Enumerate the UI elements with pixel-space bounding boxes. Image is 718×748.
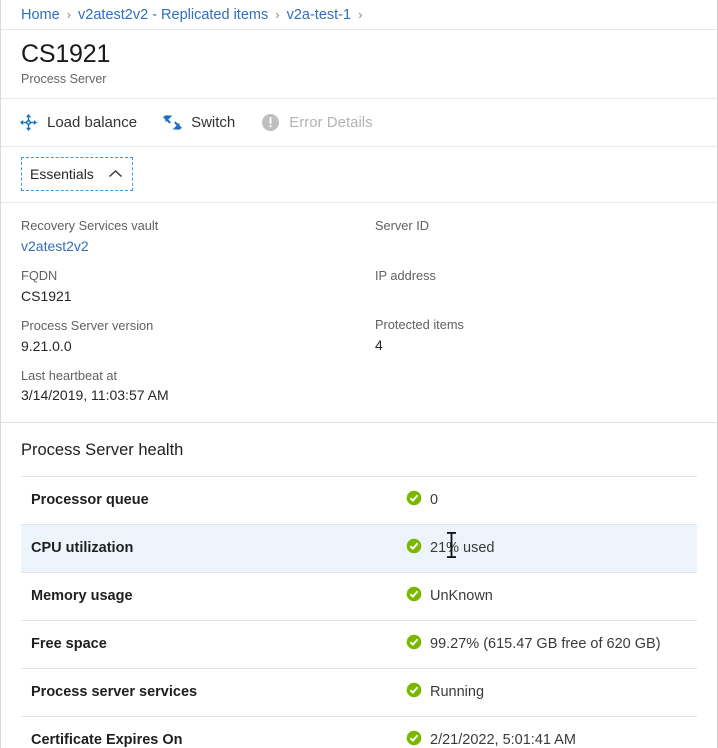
health-row-name: CPU utilization [31, 540, 134, 557]
essentials-label: Essentials [30, 166, 94, 182]
field-value: 4 [375, 336, 383, 353]
health-row-value-cell: 0 [406, 490, 438, 510]
page-title: CS1921 [21, 40, 111, 68]
health-row-value-cell: 2/21/2022, 5:01:41 AM [406, 730, 576, 748]
health-row-name: Certificate Expires On [31, 732, 183, 748]
field-value [375, 236, 697, 256]
health-row-value: 21% used [430, 540, 495, 557]
table-row[interactable]: CPU utilization 21% used [21, 523, 697, 572]
table-row[interactable]: Certificate Expires On 2/21/2022, 5:01:4… [21, 715, 697, 748]
field-process-server-version: Process Server version 9.21.0.0 [21, 317, 359, 356]
health-row-value-cell: 21% used [406, 532, 495, 559]
blade-title-block: CS1921 Process Server [1, 30, 717, 99]
health-row-value-cell: UnKnown [406, 586, 493, 606]
field-value [375, 285, 697, 305]
field-recovery-services-vault: Recovery Services vault v2atest2v2 [21, 217, 359, 256]
health-row-value: 2/21/2022, 5:01:41 AM [430, 732, 576, 748]
move-arrows-icon [19, 113, 38, 132]
field-fqdn: FQDN CS1921 [21, 267, 359, 306]
table-row[interactable]: Processor queue 0 [21, 475, 697, 524]
switch-label: Switch [191, 114, 236, 131]
field-last-heartbeat-at: Last heartbeat at 3/14/2019, 11:03:57 AM [21, 367, 359, 406]
essentials-details: Recovery Services vault v2atest2v2 FQDN … [1, 203, 717, 423]
load-balance-button[interactable]: Load balance [19, 113, 137, 132]
field-server-id: Server ID [375, 217, 697, 256]
breadcrumb-separator-icon: › [275, 7, 280, 22]
breadcrumb-separator-icon: › [66, 7, 72, 22]
health-row-value: 99.27% (615.47 GB free of 620 GB) [430, 636, 661, 653]
essentials-toggle-button[interactable]: Essentials [21, 157, 133, 192]
breadcrumb-item-replicated-item[interactable]: v2a-test-1 [287, 7, 351, 23]
health-row-name: Processor queue [31, 492, 149, 509]
health-row-name: Process server services [31, 684, 198, 701]
health-row-value: 0 [430, 492, 439, 509]
health-row-name: Memory usage [31, 588, 133, 605]
green-check-circle-icon [406, 490, 422, 510]
portal-blade: Home › v2atest2v2 - Replicated items › v… [0, 0, 718, 748]
breadcrumb-item-vault[interactable]: v2atest2v2 - Replicated items [78, 7, 268, 23]
field-label: Recovery Services vault [21, 218, 159, 234]
health-row-value: UnKnown [430, 588, 493, 605]
error-details-label: Error Details [289, 114, 373, 131]
field-value: 3/14/2019, 11:03:57 AM [21, 387, 169, 404]
field-label: FQDN [21, 268, 58, 284]
table-row[interactable]: Free space 99.27% (615.47 GB free of 620… [21, 619, 697, 668]
field-label: Server ID [375, 218, 430, 234]
green-check-circle-icon [406, 730, 422, 748]
error-circle-icon [261, 113, 280, 132]
health-row-value-cell: Running [406, 682, 484, 702]
breadcrumb-item-home[interactable]: Home [21, 7, 60, 23]
field-value-vault-link[interactable]: v2atest2v2 [21, 236, 359, 256]
table-row[interactable]: Memory usage UnKnown [21, 571, 697, 620]
command-toolbar: Load balance Switch Error Details [1, 99, 717, 147]
field-ip-address: IP address [375, 267, 697, 306]
breadcrumb-separator-trailing-icon: › [358, 7, 363, 22]
health-row-name: Free space [31, 636, 107, 653]
switch-button[interactable]: Switch [163, 113, 235, 132]
health-table: Processor queue 0 CPU utilization 21% us… [1, 475, 717, 748]
page-subtitle: Process Server [21, 72, 107, 86]
error-details-button[interactable]: Error Details [261, 113, 373, 132]
green-check-circle-icon [406, 634, 422, 654]
field-protected-items: Protected items 4 [375, 316, 697, 355]
essentials-header: Essentials [1, 147, 717, 204]
essentials-column-right: Server ID IP address Protected items 4 [359, 217, 697, 405]
health-row-value-cell: 99.27% (615.47 GB free of 620 GB) [406, 634, 661, 654]
table-row[interactable]: Process server services Running [21, 667, 697, 716]
health-row-value: Running [430, 684, 485, 701]
green-check-circle-icon [406, 538, 422, 558]
load-balance-label: Load balance [47, 114, 138, 131]
field-label: Protected items [375, 317, 464, 333]
health-section-title: Process Server health [21, 440, 184, 459]
field-value: CS1921 [21, 287, 72, 304]
field-label: IP address [375, 267, 436, 283]
field-value: 9.21.0.0 [21, 337, 72, 354]
chevron-up-icon [108, 167, 123, 182]
essentials-column-left: Recovery Services vault v2atest2v2 FQDN … [21, 217, 359, 405]
field-label: Last heartbeat at [21, 367, 118, 383]
field-label: Process Server version [21, 317, 154, 333]
green-check-circle-icon [406, 682, 422, 702]
switch-arrows-icon [163, 113, 182, 132]
breadcrumb: Home › v2atest2v2 - Replicated items › v… [1, 0, 717, 30]
green-check-circle-icon [406, 586, 422, 606]
